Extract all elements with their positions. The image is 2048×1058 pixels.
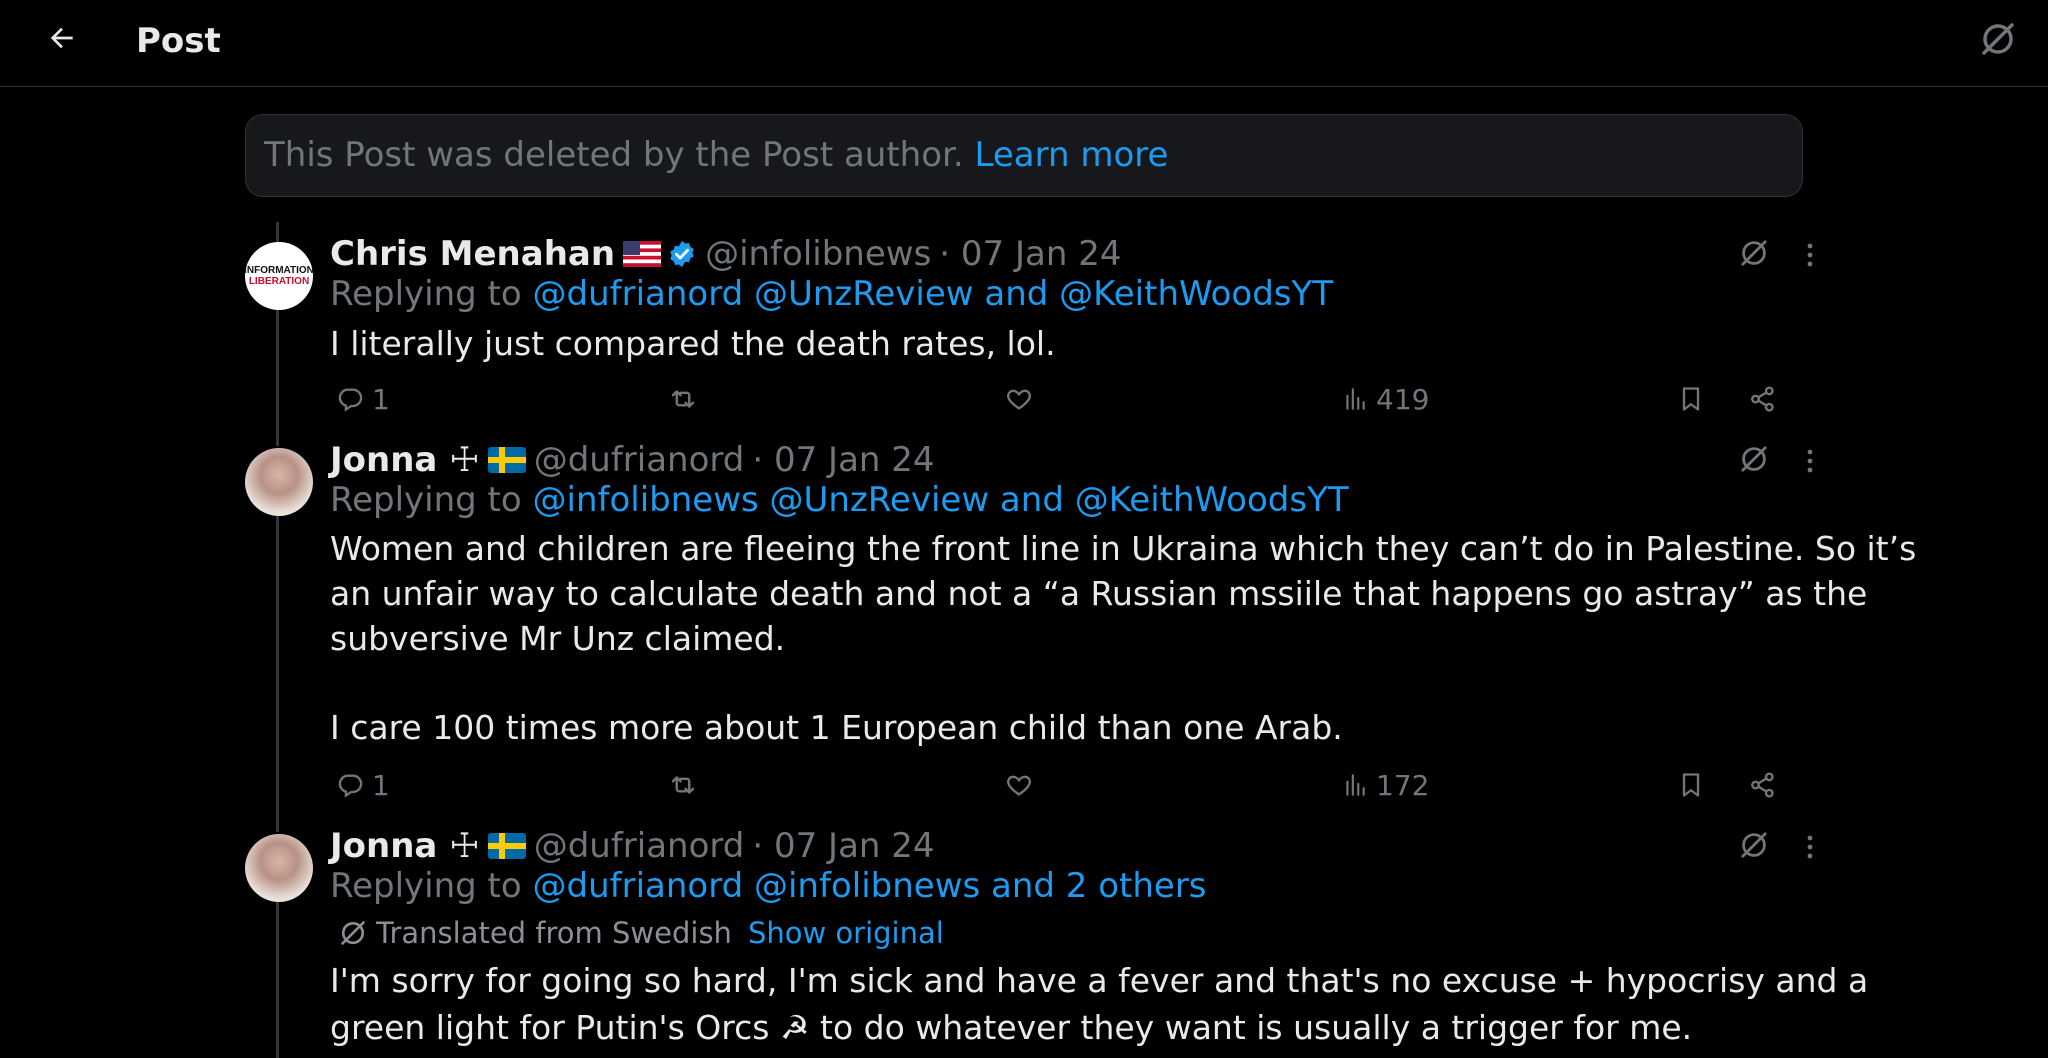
more-vertical-icon xyxy=(1807,243,1813,267)
post-header: Chris Menahan @infolibnews · 07 Jan 24 xyxy=(330,232,1121,276)
page-title: Post xyxy=(136,21,221,61)
post-text: I'm sorry for going so hard, I'm sick an… xyxy=(330,958,1869,1050)
avatar[interactable]: INFORMATION LIBERATION xyxy=(245,242,313,310)
author-handle[interactable]: @infolibnews xyxy=(705,234,931,274)
views-icon xyxy=(1346,774,1365,796)
views-button[interactable]: 419 xyxy=(1342,379,1429,419)
views-button[interactable]: 172 xyxy=(1342,765,1429,805)
post-date[interactable]: · 07 Jan 24 xyxy=(752,440,934,480)
post-text-line: green light for Putin's Orcs ☭ to do wha… xyxy=(330,1008,1693,1047)
more-button[interactable] xyxy=(1792,237,1828,273)
like-button[interactable] xyxy=(1005,765,1033,805)
replying-to-mentions[interactable]: @dufrianord @UnzReview and @KeithWoodsYT xyxy=(533,274,1334,314)
more-button[interactable] xyxy=(1792,443,1828,479)
replying-to: Replying to @dufrianord @infolibnews and… xyxy=(330,864,1207,908)
share-button[interactable] xyxy=(1748,379,1778,419)
reply-button[interactable]: 1 xyxy=(336,765,390,805)
translation-notice: Translated from Swedish Show original xyxy=(338,913,944,953)
thread-line xyxy=(276,902,279,1058)
post-text: I literally just compared the death rate… xyxy=(330,321,1800,366)
thread-line xyxy=(276,516,279,832)
replying-to-label: Replying to xyxy=(330,866,522,906)
view-count: 172 xyxy=(1376,768,1430,802)
grok-icon xyxy=(1741,240,1767,266)
post-header: Jonna ☩ @dufrianord · 07 Jan 24 xyxy=(330,438,935,482)
reply-icon xyxy=(338,774,363,798)
author-name[interactable]: Jonna ☩ xyxy=(330,440,480,480)
post-text-line: I literally just compared the death rate… xyxy=(330,324,1056,363)
sweden-flag-icon xyxy=(487,833,526,859)
grok-button[interactable] xyxy=(1978,19,2018,59)
grok-button[interactable] xyxy=(1736,441,1772,477)
thread-line xyxy=(276,310,279,446)
deleted-notice-text: This Post was deleted by the Post author… xyxy=(264,135,964,175)
bookmark-button[interactable] xyxy=(1677,765,1705,805)
share-icon xyxy=(1751,386,1774,412)
view-count: 419 xyxy=(1376,382,1430,416)
post-text-line: I care 100 times more about 1 European c… xyxy=(330,708,1343,747)
reply-button[interactable]: 1 xyxy=(336,379,390,419)
author-handle[interactable]: @dufrianord xyxy=(534,826,745,866)
replying-to: Replying to @dufrianord @UnzReview and @… xyxy=(330,272,1333,316)
author-name[interactable]: Chris Menahan xyxy=(330,234,615,274)
replying-to: Replying to @infolibnews @UnzReview and … xyxy=(330,478,1349,522)
repost-button[interactable] xyxy=(668,765,698,805)
thread-line xyxy=(276,222,279,244)
reply-count: 1 xyxy=(372,768,390,802)
show-original-link[interactable]: Show original xyxy=(748,916,944,950)
grok-icon xyxy=(341,921,365,945)
post-text-line: an unfair way to calculate death and not… xyxy=(330,574,1868,613)
action-bar: 1 172 xyxy=(330,765,1780,805)
bookmark-icon xyxy=(1682,773,1700,797)
post-text-line: I'm sorry for going so hard, I'm sick an… xyxy=(330,961,1869,1000)
heart-icon xyxy=(1007,775,1031,796)
repost-icon xyxy=(671,390,695,408)
bookmark-button[interactable] xyxy=(1677,379,1705,419)
post-text-line: subversive Mr Unz claimed. xyxy=(330,619,786,658)
avatar-logo-text: LIBERATION xyxy=(248,276,310,287)
learn-more-link[interactable]: Learn more xyxy=(975,135,1169,175)
avatar[interactable] xyxy=(245,448,313,516)
deleted-post-notice: This Post was deleted by the Post author… xyxy=(245,114,1803,197)
views-icon xyxy=(1346,388,1365,410)
more-vertical-icon xyxy=(1807,835,1813,859)
heart-icon xyxy=(1007,389,1031,410)
us-flag-icon xyxy=(623,241,662,267)
post-text-line: Women and children are fleeing the front… xyxy=(330,529,1917,568)
top-bar: Post xyxy=(0,0,2048,87)
grok-icon xyxy=(1741,832,1767,858)
replying-to-mentions[interactable]: @infolibnews @UnzReview and @KeithWoodsY… xyxy=(533,480,1349,520)
like-button[interactable] xyxy=(1005,379,1033,419)
share-icon xyxy=(1751,772,1774,798)
bookmark-icon xyxy=(1682,387,1700,411)
post-text: Women and children are fleeing the front… xyxy=(330,526,1917,750)
grok-icon xyxy=(1982,23,2014,55)
grok-icon xyxy=(1741,446,1767,472)
more-button[interactable] xyxy=(1792,829,1828,865)
sweden-flag-icon xyxy=(487,447,526,473)
back-button[interactable] xyxy=(42,18,82,58)
translated-label: Translated from Swedish xyxy=(376,916,732,950)
repost-button[interactable] xyxy=(668,379,698,419)
share-button[interactable] xyxy=(1748,765,1778,805)
author-handle[interactable]: @dufrianord xyxy=(534,440,745,480)
verified-badge-icon xyxy=(667,239,697,269)
more-vertical-icon xyxy=(1807,449,1813,473)
reply-icon xyxy=(338,388,363,412)
avatar[interactable] xyxy=(245,834,313,902)
replying-to-mentions[interactable]: @dufrianord @infolibnews and 2 others xyxy=(533,866,1207,906)
grok-button[interactable] xyxy=(1736,827,1772,863)
repost-icon xyxy=(671,776,695,794)
replying-to-label: Replying to xyxy=(330,274,522,314)
post-date[interactable]: · 07 Jan 24 xyxy=(939,234,1121,274)
reply-count: 1 xyxy=(372,382,390,416)
post-header: Jonna ☩ @dufrianord · 07 Jan 24 xyxy=(330,824,935,868)
post-date[interactable]: · 07 Jan 24 xyxy=(752,826,934,866)
grok-button[interactable] xyxy=(1736,235,1772,271)
author-name[interactable]: Jonna ☩ xyxy=(330,826,480,866)
arrow-left-icon xyxy=(50,27,73,49)
replying-to-label: Replying to xyxy=(330,480,522,520)
avatar-logo-text: INFORMATION xyxy=(245,265,313,276)
action-bar: 1 419 xyxy=(330,379,1780,419)
